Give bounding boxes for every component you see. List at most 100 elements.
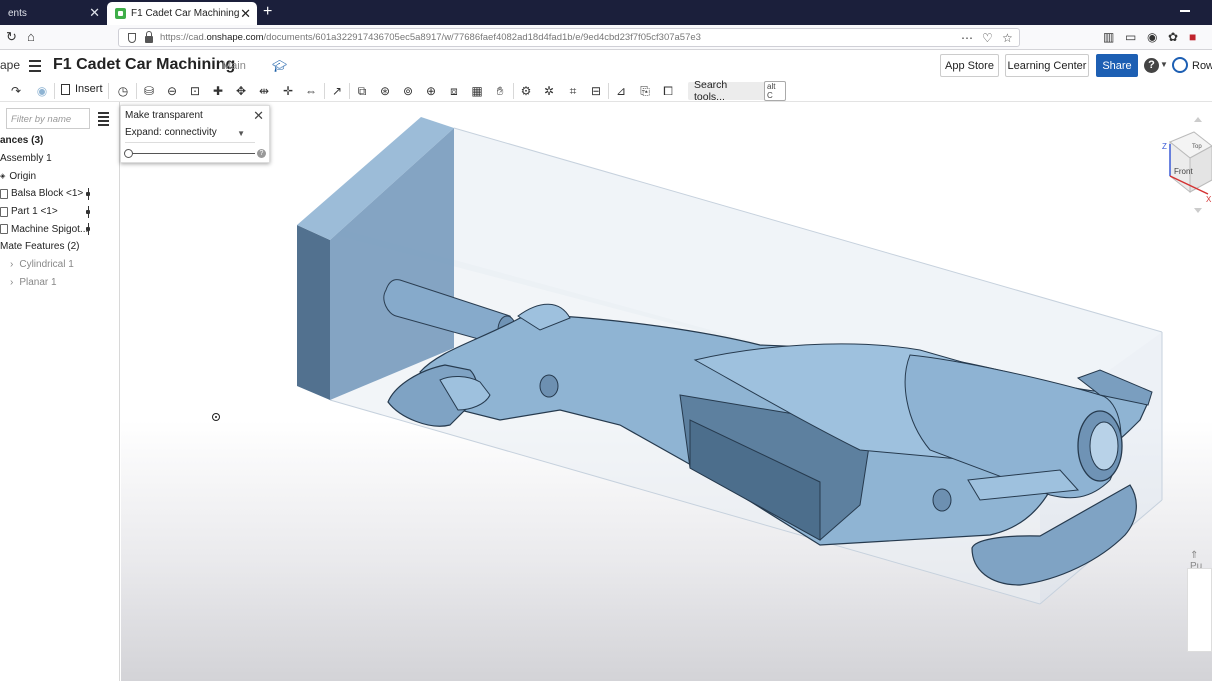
group-icon[interactable]: ⛁ xyxy=(142,84,156,98)
configuration-icon[interactable]: ◉ xyxy=(35,84,49,98)
mass-properties-icon[interactable]: ⎘ xyxy=(638,84,652,98)
chevron-down-icon[interactable]: ▼ xyxy=(1160,60,1168,69)
fasten-icon[interactable]: ✚ xyxy=(211,84,225,98)
mate-connector-icon[interactable] xyxy=(86,205,90,218)
tree-item[interactable]: Assembly 1 xyxy=(0,150,120,168)
mouse-cursor-icon xyxy=(212,413,220,421)
tree-item[interactable]: Balsa Block <1> xyxy=(0,185,120,203)
view-cube[interactable]: Top Front Z X xyxy=(1150,114,1212,214)
replicate-icon[interactable]: ⊕ xyxy=(424,84,438,98)
linear-relation-icon[interactable]: ⊟ xyxy=(589,84,603,98)
menu-icon[interactable] xyxy=(29,60,41,75)
insert-icon xyxy=(61,83,70,95)
close-tab-icon[interactable]: ✕ xyxy=(89,5,100,21)
sidebar-icon[interactable]: ▭ xyxy=(1125,30,1136,44)
slider-mate-icon[interactable]: ⇹ xyxy=(257,84,271,98)
mirror-icon[interactable]: ⧈ xyxy=(447,84,461,98)
tree-item[interactable]: ances (3) xyxy=(0,132,120,150)
gear-relation-icon[interactable]: ⚙ xyxy=(519,84,533,98)
onshape-logo[interactable]: ape xyxy=(0,58,20,72)
rotate-up-icon[interactable] xyxy=(1194,117,1202,122)
mid-hole[interactable] xyxy=(932,488,952,512)
app-store-button[interactable]: App Store xyxy=(940,54,999,77)
graphics-viewport[interactable] xyxy=(121,102,1212,681)
insert-button[interactable]: Insert xyxy=(61,83,103,95)
axis-z-label: Z xyxy=(1162,142,1167,151)
browser-nav-bar: ↻ ⌂ https://cad.onshape.com/documents/60… xyxy=(0,25,1212,50)
tree-item[interactable]: › Planar 1 xyxy=(0,274,120,292)
user-name[interactable]: Rowa xyxy=(1192,60,1212,72)
new-tab-icon[interactable]: + xyxy=(263,3,272,21)
mate-connector-icon[interactable]: ⊖ xyxy=(165,84,179,98)
onshape-window: ents ✕ F1 Cadet Car Machining | Assembly… xyxy=(0,0,1212,681)
branch-name[interactable]: Main xyxy=(222,60,246,72)
tangent-mate-icon[interactable]: ↗ xyxy=(330,84,344,98)
planar-mate-icon[interactable]: ✛ xyxy=(281,84,295,98)
more-options-icon[interactable]: ⋯ xyxy=(961,31,973,45)
section-view-icon[interactable]: ▦ xyxy=(470,84,484,98)
tree-item[interactable]: Machine Spigot... xyxy=(0,220,120,238)
slider-handle[interactable] xyxy=(124,149,133,158)
screw-relation-icon[interactable]: ⌗ xyxy=(566,84,580,98)
browser-tab-previous[interactable]: ents ✕ xyxy=(0,2,106,24)
address-bar[interactable]: https://cad.onshape.com/documents/601a32… xyxy=(118,28,1020,47)
learning-center-button[interactable]: Learning Center xyxy=(1005,54,1089,77)
interference-icon[interactable]: ⧠ xyxy=(661,84,675,98)
document-title[interactable]: F1 Cadet Car Machining xyxy=(53,56,235,74)
tree-item[interactable]: › Cylindrical 1 xyxy=(0,256,120,274)
library-icon[interactable]: ▥ xyxy=(1103,30,1114,44)
explode-icon[interactable]: ⧉ xyxy=(355,84,369,98)
fastened-mate-icon[interactable]: ⊡ xyxy=(188,84,202,98)
tree-item-label: Origin xyxy=(9,170,37,182)
dialog-title: Make transparent xyxy=(125,110,203,121)
linear-pattern-icon[interactable]: ⊛ xyxy=(378,84,392,98)
pocket-icon[interactable]: ♡ xyxy=(982,31,993,45)
model-rendering[interactable] xyxy=(121,102,1212,681)
reload-icon[interactable]: ↻ xyxy=(6,29,17,45)
rear-axle-hole[interactable] xyxy=(539,374,559,398)
filter-input[interactable]: Filter by name xyxy=(6,108,90,129)
redo-icon[interactable]: ↷ xyxy=(9,84,23,98)
help-icon[interactable]: ? xyxy=(257,149,266,158)
close-tab-icon[interactable]: ✕ xyxy=(240,6,251,22)
mate-connector-icon[interactable] xyxy=(86,223,90,236)
transparency-slider[interactable] xyxy=(129,153,255,154)
tree-item-label: ances (3) xyxy=(0,135,44,147)
share-button[interactable]: Share xyxy=(1096,54,1138,77)
mate-connector-icon[interactable] xyxy=(86,188,90,201)
chevron-right-icon[interactable]: › xyxy=(10,259,13,270)
side-panel xyxy=(1187,568,1212,652)
bookmark-star-icon[interactable]: ☆ xyxy=(1002,31,1013,45)
expand-select[interactable]: Expand: connectivity ▼ xyxy=(125,127,255,143)
revolute-mate-icon[interactable]: ✥ xyxy=(234,84,248,98)
tree-item[interactable]: Mate Features (2) xyxy=(0,238,120,256)
tree-item[interactable]: ◈ Origin xyxy=(0,167,120,185)
measure-icon[interactable]: ⊿ xyxy=(614,84,628,98)
account-icon[interactable]: ◉ xyxy=(1147,30,1157,44)
browser-tab-active[interactable]: F1 Cadet Car Machining | Assembly 1 ✕ xyxy=(107,2,257,25)
minimize-window-icon[interactable] xyxy=(1180,10,1190,12)
parallel-mate-icon[interactable]: ⇔ xyxy=(304,84,318,98)
instance-list-panel: Filter by name ances (3) Assembly 1 ◈ Origi… xyxy=(0,102,120,681)
chevron-right-icon[interactable]: › xyxy=(10,277,13,288)
list-options-icon[interactable] xyxy=(98,112,109,128)
tree-item-label: Part 1 <1> xyxy=(11,206,58,218)
shortcut-badge: alt C xyxy=(764,81,786,101)
extension-icon[interactable]: ✿ xyxy=(1168,30,1178,44)
rack-pinion-icon[interactable]: ✲ xyxy=(542,84,556,98)
rotate-down-icon[interactable] xyxy=(1194,208,1202,213)
chevron-down-icon: ▼ xyxy=(237,129,245,138)
search-tools-button[interactable]: Search tools... alt C xyxy=(688,79,786,103)
home-icon[interactable]: ⌂ xyxy=(27,29,35,44)
user-avatar-icon[interactable] xyxy=(1172,57,1188,73)
circular-pattern-icon[interactable]: ⊚ xyxy=(401,84,415,98)
clock-icon[interactable]: ◷ xyxy=(116,84,130,98)
close-icon[interactable]: ✕ xyxy=(253,108,264,124)
spigot-plate-front[interactable] xyxy=(297,225,330,400)
extension-red-icon[interactable]: ■ xyxy=(1189,30,1196,44)
tree-item[interactable]: Part 1 <1> xyxy=(0,203,120,221)
tab-title: ents xyxy=(8,7,27,19)
help-icon[interactable]: ? xyxy=(1144,58,1159,73)
graduation-cap-icon[interactable]: 🎓︎ xyxy=(272,59,287,73)
move-icon[interactable]: ✋︎ xyxy=(493,84,507,98)
